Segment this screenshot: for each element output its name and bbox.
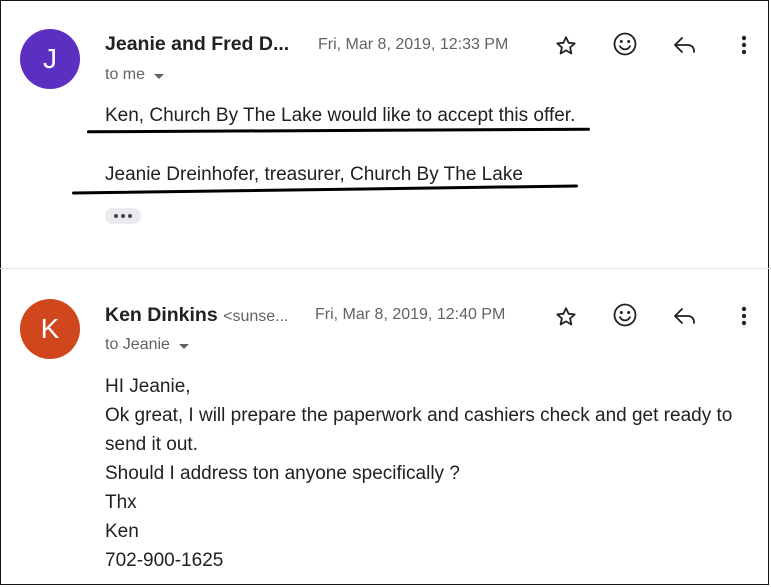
message-date: Fri, Mar 8, 2019, 12:40 PM (315, 306, 506, 323)
sender-email: <sunse... (223, 308, 289, 325)
message-divider (0, 268, 771, 269)
show-trimmed-content-button[interactable] (105, 208, 141, 224)
body-line: Should I address ton anyone specifically… (105, 463, 460, 484)
avatar-letter: J (43, 43, 57, 74)
body-line: Ok great, I will prepare the paperwork a… (105, 405, 733, 426)
chevron-down-icon (154, 73, 165, 79)
avatar[interactable]: J (20, 29, 80, 89)
reply-icon[interactable] (672, 303, 698, 329)
star-icon[interactable] (553, 33, 579, 59)
more-vert-icon[interactable] (731, 32, 757, 58)
sender-name[interactable]: Jeanie and Fred D... (105, 33, 289, 56)
chevron-down-icon (178, 343, 189, 349)
recipient-dropdown[interactable]: to me (105, 66, 165, 84)
body-line: Jeanie Dreinhofer, treasurer, Church By … (105, 164, 523, 185)
recipient-dropdown[interactable]: to Jeanie (105, 336, 189, 354)
avatar[interactable]: K (20, 299, 80, 359)
emoji-icon[interactable] (612, 31, 638, 57)
more-vert-icon[interactable] (731, 303, 757, 329)
body-line: send it out. (105, 434, 198, 455)
body-line: Ken (105, 521, 139, 542)
body-line: HI Jeanie, (105, 376, 191, 397)
star-icon[interactable] (553, 304, 579, 330)
avatar-letter: K (40, 313, 60, 344)
body-line: Thx (105, 492, 137, 513)
body-line: 702-900-1625 (105, 550, 224, 571)
body-line: Ken, Church By The Lake would like to ac… (105, 105, 576, 126)
sender-name[interactable]: Ken Dinkins <sunse... (105, 304, 288, 327)
emoji-icon[interactable] (612, 302, 638, 328)
message-date: Fri, Mar 8, 2019, 12:33 PM (318, 36, 509, 53)
reply-icon[interactable] (672, 32, 698, 58)
